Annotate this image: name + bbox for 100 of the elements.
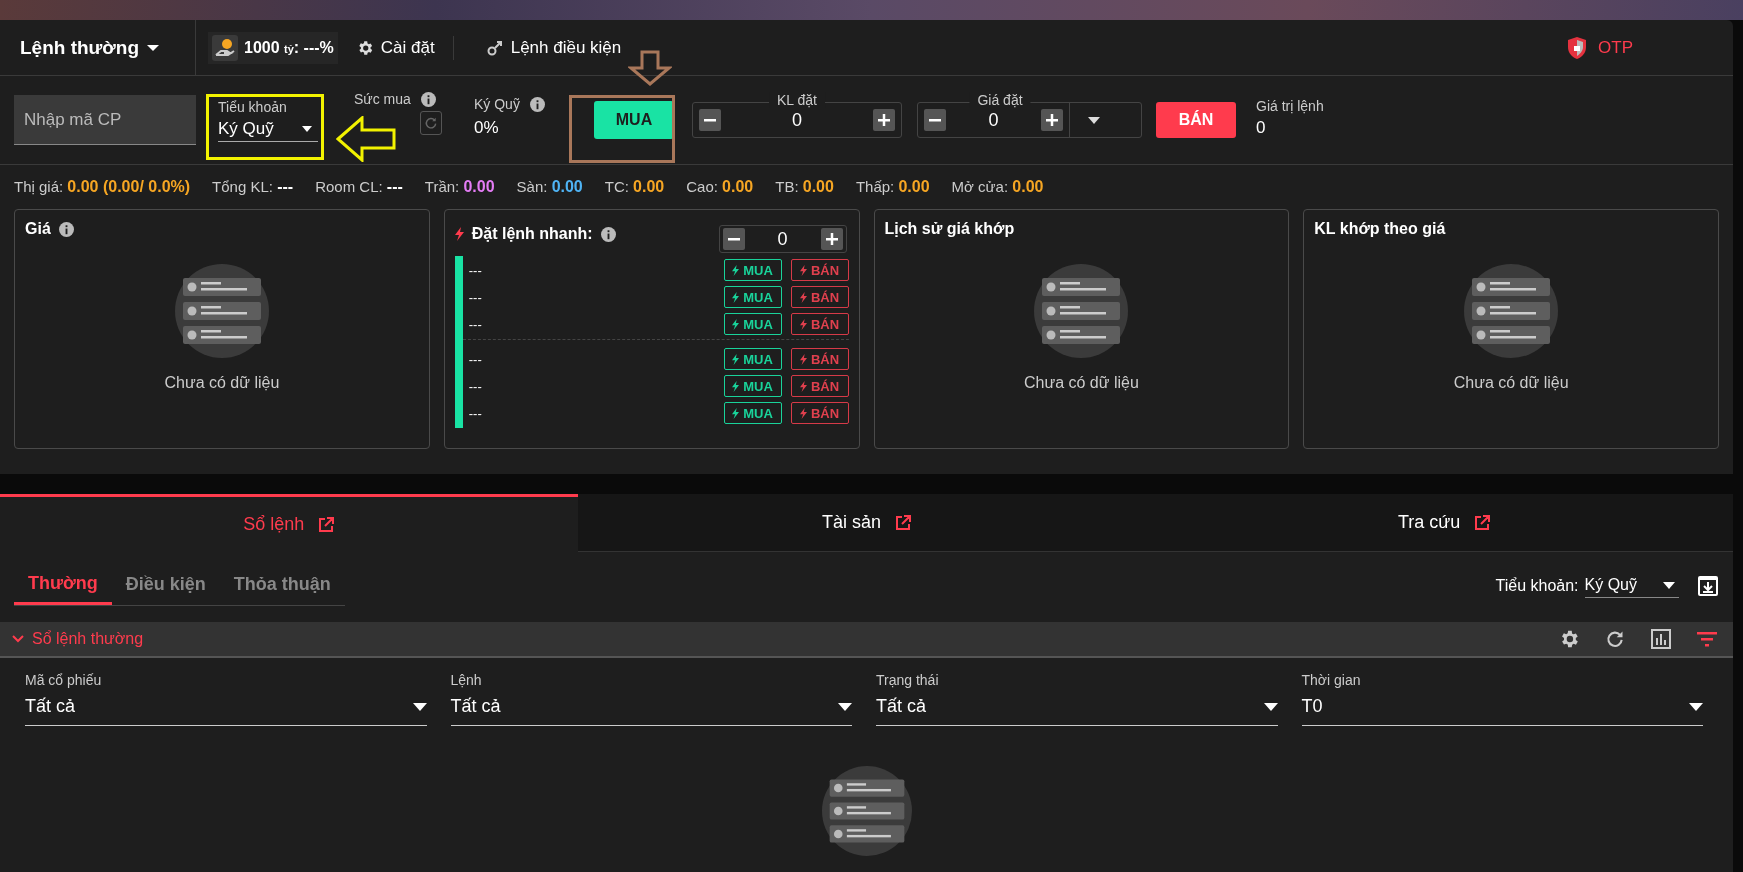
empty-state-text: Chưa có dữ liệu <box>164 374 280 392</box>
filter-dropdown[interactable]: Tất cả <box>450 696 852 726</box>
quick-buy-button[interactable]: MUA <box>723 375 782 397</box>
lightning-icon <box>799 264 807 276</box>
symbol-input-field[interactable]: Nhập mã CP <box>14 95 196 145</box>
caret-icon <box>302 125 312 132</box>
panel-title: Đặt lệnh nhanh: <box>471 225 593 243</box>
sub-account-dropdown[interactable]: Ký Quỹ <box>218 116 318 142</box>
plus-button[interactable] <box>1041 109 1063 131</box>
lightning-icon <box>799 291 807 303</box>
minus-button[interactable] <box>699 109 721 131</box>
empty-state-text: Chưa có dữ liệu <box>1453 374 1569 392</box>
empty-state-text: Chưa có dữ liệu <box>1023 374 1139 392</box>
price-label: Giá đặt <box>969 92 1031 108</box>
plus-button[interactable] <box>820 228 843 250</box>
filter-label: Thời gian <box>1301 672 1362 688</box>
lightning-icon <box>732 380 740 392</box>
caret-icon <box>1087 116 1100 124</box>
quick-buy-button[interactable]: MUA <box>723 286 782 308</box>
market-stat: Trần: 0.00 <box>424 178 495 196</box>
market-stat: Cao: 0.00 <box>686 178 754 196</box>
price-value: 0 <box>987 109 1000 131</box>
caret-icon <box>1263 702 1278 711</box>
lightning-icon <box>732 318 740 330</box>
empty-list-icon <box>1034 264 1129 358</box>
lightning-icon <box>799 380 807 392</box>
balance-text: 1000 tỷ: ---% <box>244 38 334 57</box>
filter-dropdown[interactable]: Tất cả <box>876 696 1278 726</box>
price-text: --- <box>467 289 483 305</box>
caret-icon <box>1689 702 1703 711</box>
market-stat: Thị giá: 0.00 (0.00/ 0.0%) <box>14 178 191 196</box>
section-toggle[interactable]: Sổ lệnh thường <box>12 630 144 648</box>
quick-sell-button[interactable]: BÁN <box>790 313 849 335</box>
caret-icon <box>147 43 160 52</box>
panel-title: Lịch sử giá khớp <box>884 220 1015 238</box>
market-stat: TB: 0.00 <box>775 178 834 196</box>
margin-value: 0% <box>474 118 500 138</box>
lightning-icon <box>799 318 807 330</box>
info-icon <box>420 91 436 107</box>
plus-button[interactable] <box>873 109 895 131</box>
lightning-icon <box>454 227 464 241</box>
filter-label: Lệnh <box>450 672 483 688</box>
caret-icon <box>412 702 427 711</box>
minus-button[interactable] <box>924 109 946 131</box>
quick-sell-button[interactable]: BÁN <box>790 375 849 397</box>
order-value: 0 <box>1256 118 1267 138</box>
download-icon <box>1697 575 1719 597</box>
empty-list-icon <box>821 766 912 856</box>
refresh-icon <box>424 116 438 130</box>
quick-sell-button[interactable]: BÁN <box>790 259 849 281</box>
external-link-icon <box>318 516 335 533</box>
price-text: --- <box>467 316 483 332</box>
quick-buy-button[interactable]: MUA <box>723 348 782 370</box>
quick-buy-button[interactable]: MUA <box>723 259 782 281</box>
price-text: --- <box>467 351 483 367</box>
bar-chart-icon <box>1651 629 1671 649</box>
quick-quantity-value: 0 <box>776 228 789 250</box>
market-stat: Sàn: 0.00 <box>516 178 583 196</box>
price-text: --- <box>467 262 483 278</box>
filter-label: Mã cổ phiếu <box>25 672 103 688</box>
section-tab[interactable]: Tài sản <box>577 494 1156 552</box>
caret-icon <box>1663 581 1675 589</box>
settings-button[interactable]: Cài đặt <box>355 37 435 58</box>
minus-button[interactable] <box>722 228 745 250</box>
conditional-order-button[interactable]: Lệnh điều kiện <box>485 37 622 58</box>
sub-account-dropdown[interactable]: Ký Quỹ <box>1584 574 1679 598</box>
down-arrow-icon <box>628 50 672 86</box>
order-type-tab[interactable]: Điều kiện <box>111 566 220 605</box>
market-stat: Mở cửa: 0.00 <box>951 178 1044 196</box>
margin-label: Ký Quỹ <box>474 96 520 112</box>
otp-button[interactable]: OTP <box>1566 35 1633 60</box>
filter-dropdown[interactable]: T0 <box>1301 696 1703 726</box>
filter-icon <box>1697 631 1717 647</box>
download-button[interactable] <box>1697 575 1719 597</box>
shield-lock-icon <box>1566 35 1589 60</box>
section-tab[interactable]: Tra cứu <box>1155 494 1733 552</box>
coin-hand-icon <box>212 34 238 61</box>
order-type-tab[interactable]: Thỏa thuận <box>219 566 345 605</box>
quick-sell-button[interactable]: BÁN <box>790 348 849 370</box>
price-text: --- <box>467 405 483 421</box>
order-value-label: Giá trị lệnh <box>1256 98 1324 114</box>
quick-sell-button[interactable]: BÁN <box>790 402 849 424</box>
buy-button[interactable]: MUA <box>594 101 674 139</box>
sell-button[interactable]: BÁN <box>1156 102 1236 138</box>
quick-buy-button[interactable]: MUA <box>723 313 782 335</box>
plus-icon <box>878 114 890 126</box>
quick-buy-button[interactable]: MUA <box>723 402 782 424</box>
lightning-icon <box>732 264 740 276</box>
left-arrow-icon <box>336 116 396 162</box>
info-icon <box>529 96 545 112</box>
lightning-icon <box>799 353 807 365</box>
order-type-tab[interactable]: Thường <box>14 566 112 605</box>
panel-title: KL khớp theo giá <box>1314 220 1446 238</box>
market-stat: Tổng KL: --- <box>212 178 294 196</box>
quick-sell-button[interactable]: BÁN <box>790 286 849 308</box>
filter-dropdown[interactable]: Tất cả <box>25 696 427 726</box>
order-type-dropdown[interactable]: Lệnh thường <box>20 36 195 59</box>
external-link-icon <box>895 514 911 531</box>
quantity-value: 0 <box>791 109 803 131</box>
panel-title: Giá <box>25 220 51 238</box>
